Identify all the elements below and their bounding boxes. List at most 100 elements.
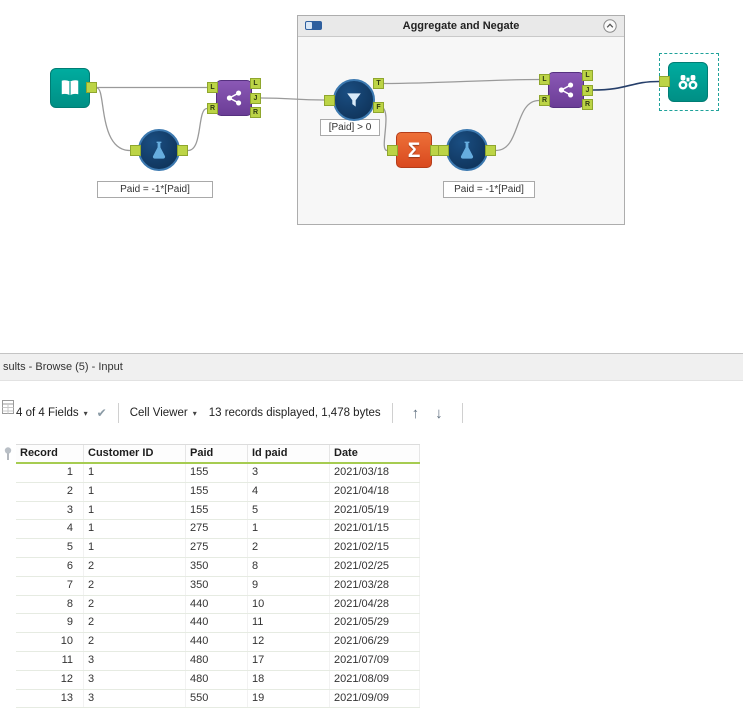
output-anchor-join[interactable]: J	[250, 92, 261, 104]
results-toolbar: 4 of 4 Fields ▾ ✔ Cell Viewer ▾ 13 recor…	[16, 398, 474, 428]
table-cell: 10	[248, 595, 330, 614]
flask-icon	[138, 129, 180, 171]
cell-viewer-label: Cell Viewer	[129, 407, 188, 419]
table-cell: 2021/02/25	[330, 557, 420, 576]
column-header-paid[interactable]: Paid	[186, 445, 248, 462]
table-row[interactable]: 13 3 550 19 2021/09/09	[16, 689, 420, 709]
formula-tool-1[interactable]	[130, 129, 188, 171]
table-cell: 9	[16, 614, 84, 633]
output-anchor-right[interactable]: R	[582, 99, 593, 110]
output-anchor-join[interactable]: J	[582, 84, 593, 96]
table-cell: 12	[248, 633, 330, 651]
table-cell: 7	[16, 576, 84, 595]
apply-check-icon[interactable]: ✔	[97, 406, 107, 420]
sigma-icon: Σ	[396, 132, 432, 168]
input-anchor-right[interactable]: R	[207, 103, 218, 114]
column-header-id-paid[interactable]: Id paid	[248, 445, 330, 462]
input-anchor-right[interactable]: R	[539, 95, 550, 106]
annotation-formula-2[interactable]: Paid = -1*[Paid]	[443, 181, 535, 198]
input-data-tool[interactable]	[50, 68, 97, 108]
up-arrow-button[interactable]: ↑	[412, 406, 420, 421]
filter-tool[interactable]: T F	[324, 78, 384, 121]
table-cell: 155	[186, 482, 248, 501]
output-anchor-false[interactable]: F	[373, 102, 384, 113]
input-anchor[interactable]	[387, 145, 398, 156]
input-anchor-left[interactable]: L	[207, 82, 218, 93]
fields-dropdown[interactable]: 4 of 4 Fields ▾	[16, 407, 88, 419]
table-row[interactable]: 12 3 480 18 2021/08/09	[16, 670, 420, 690]
output-anchor-true[interactable]: T	[373, 78, 384, 89]
table-cell: 17	[248, 651, 330, 670]
column-header-customer-id[interactable]: Customer ID	[84, 445, 186, 462]
data-table: Record Customer ID Paid Id paid Date 111…	[16, 444, 420, 709]
table-cell: 4	[248, 482, 330, 501]
column-header-date[interactable]: Date	[330, 445, 420, 462]
output-anchor-right[interactable]: R	[250, 107, 261, 118]
table-cell: 5	[16, 539, 84, 557]
table-cell: 2021/05/29	[330, 614, 420, 633]
table-row[interactable]: 11 3 480 17 2021/07/09	[16, 651, 420, 671]
tool-container-header[interactable]: Aggregate and Negate	[298, 16, 624, 37]
output-anchor-left[interactable]: L	[250, 78, 261, 89]
funnel-icon	[333, 79, 375, 121]
table-row[interactable]: 1 1 155 3 2021/03/18	[16, 464, 420, 483]
output-anchor[interactable]	[86, 82, 97, 93]
annotation-filter[interactable]: [Paid] > 0	[320, 119, 380, 136]
join-tool-1[interactable]: L R L J R	[207, 78, 261, 118]
input-anchor[interactable]	[324, 94, 335, 106]
table-cell: 2021/09/09	[330, 689, 420, 708]
table-cell: 2021/03/28	[330, 576, 420, 595]
table-cell: 13	[16, 689, 84, 708]
input-anchor[interactable]	[438, 145, 449, 156]
table-row[interactable]: 4 1 275 1 2021/01/15	[16, 520, 420, 540]
connection[interactable]	[96, 87, 131, 152]
table-cell: 2	[84, 614, 186, 633]
chevron-down-icon: ▾	[83, 408, 88, 418]
browse-tool[interactable]	[659, 62, 708, 102]
table-row[interactable]: 9 2 440 11 2021/05/29	[16, 614, 420, 634]
output-anchor-left[interactable]: L	[582, 70, 593, 81]
input-anchor-left[interactable]: L	[539, 74, 550, 85]
workflow-canvas[interactable]: Aggregate and Negate L R L J R T F Σ L R…	[0, 0, 743, 353]
down-arrow-button[interactable]: ↓	[435, 406, 443, 421]
container-title: Aggregate and Negate	[402, 20, 520, 32]
table-row[interactable]: 5 1 275 2 2021/02/15	[16, 539, 420, 558]
table-row[interactable]: 2 1 155 4 2021/04/18	[16, 482, 420, 502]
input-anchor[interactable]	[130, 145, 141, 156]
join-tool-2[interactable]: L R L J R	[539, 70, 593, 110]
table-cell: 480	[186, 651, 248, 670]
table-cell: 1	[84, 501, 186, 520]
pin-icon[interactable]	[3, 446, 13, 466]
table-row[interactable]: 10 2 440 12 2021/06/29	[16, 633, 420, 652]
table-cell: 3	[84, 689, 186, 708]
container-collapse-button[interactable]	[603, 19, 617, 33]
table-row[interactable]: 3 1 155 5 2021/05/19	[16, 501, 420, 521]
column-header-record[interactable]: Record	[16, 445, 84, 462]
table-cell: 440	[186, 595, 248, 614]
connection[interactable]	[187, 107, 208, 152]
input-anchor[interactable]	[659, 76, 670, 87]
table-row[interactable]: 8 2 440 10 2021/04/28	[16, 595, 420, 615]
table-cell: 440	[186, 633, 248, 651]
table-cell: 2	[16, 482, 84, 501]
table-row[interactable]: 6 2 350 8 2021/02/25	[16, 557, 420, 577]
table-cell: 2	[84, 557, 186, 576]
table-view-icon[interactable]	[2, 400, 14, 419]
table-cell: 1	[84, 539, 186, 557]
table-cell: 6	[16, 557, 84, 576]
table-row[interactable]: 7 2 350 9 2021/03/28	[16, 576, 420, 596]
table-cell: 350	[186, 557, 248, 576]
table-cell: 2021/05/19	[330, 501, 420, 520]
output-anchor[interactable]	[485, 145, 496, 156]
table-cell: 18	[248, 670, 330, 689]
formula-tool-2[interactable]	[438, 129, 496, 171]
table-cell: 2021/04/28	[330, 595, 420, 614]
table-cell: 2021/04/18	[330, 482, 420, 501]
chevron-down-icon: ▾	[192, 408, 197, 418]
summarize-tool[interactable]: Σ	[387, 132, 441, 168]
output-anchor[interactable]	[177, 145, 188, 156]
annotation-formula-1[interactable]: Paid = -1*[Paid]	[97, 181, 213, 198]
cell-viewer-dropdown[interactable]: Cell Viewer ▾	[130, 407, 197, 419]
results-titlebar[interactable]: sults - Browse (5) - Input	[0, 354, 743, 381]
flask-icon	[446, 129, 488, 171]
